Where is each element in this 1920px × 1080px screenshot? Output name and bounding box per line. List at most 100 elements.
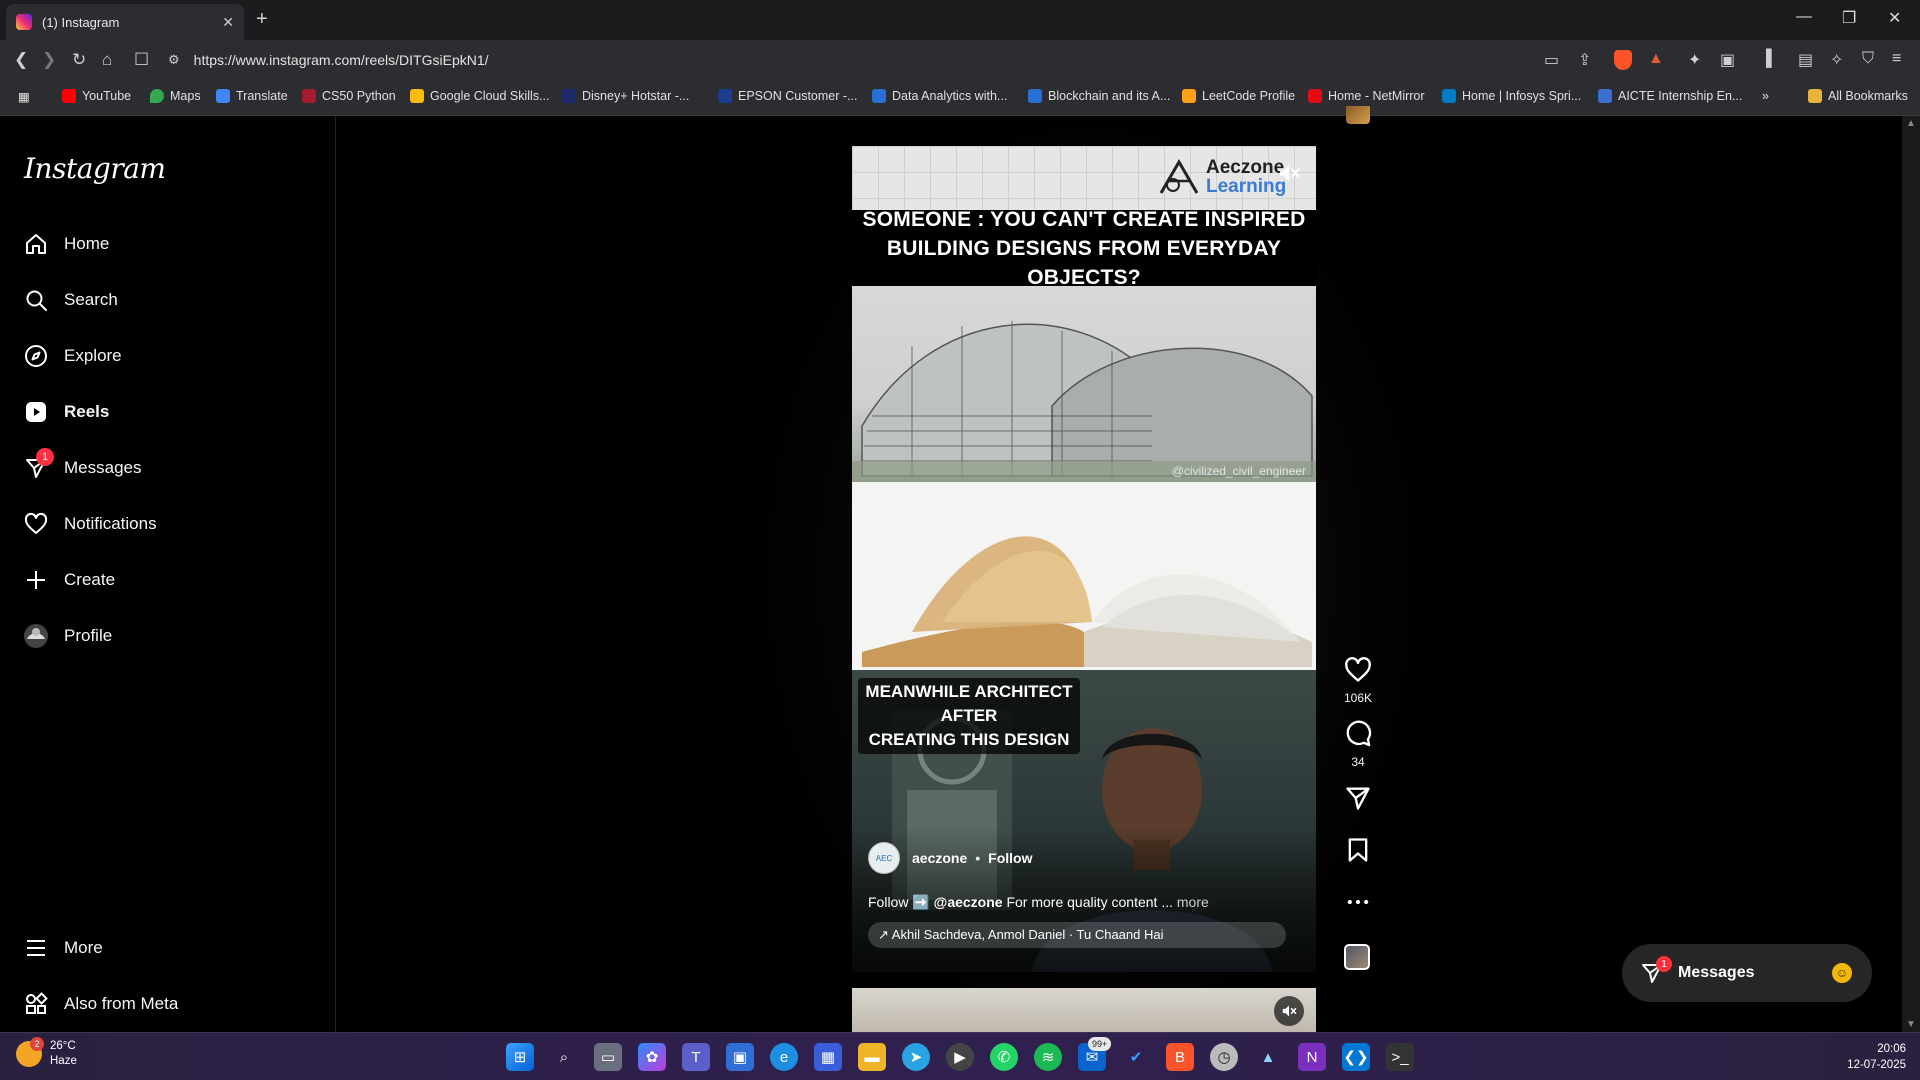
onenote-icon[interactable]: N [1298, 1043, 1326, 1071]
bookmark-hotstar[interactable]: Disney+ Hotstar -... [562, 89, 689, 103]
copilot-icon[interactable]: ✿ [638, 1043, 666, 1071]
bookmark-maps[interactable]: Maps [150, 89, 201, 103]
bookmark-infosys[interactable]: Home | Infosys Spri... [1442, 89, 1581, 103]
menu-icon[interactable]: ≡ [1892, 50, 1901, 68]
store-icon[interactable]: ▦ [814, 1043, 842, 1071]
bookmark-youtube[interactable]: YouTube [62, 89, 131, 103]
apps-grid-icon[interactable]: ▦ [18, 89, 30, 104]
bookmark-page-icon[interactable]: ☐ [134, 50, 149, 70]
sidebar-item-explore[interactable]: Explore [22, 336, 122, 376]
send-icon[interactable] [1344, 784, 1372, 812]
terminal-icon[interactable]: >_ [1386, 1043, 1414, 1071]
photos-icon[interactable]: ▣ [726, 1043, 754, 1071]
url-field[interactable]: ⚙ https://www.instagram.com/reels/DITGsi… [168, 46, 1528, 74]
bookmark-data-analytics[interactable]: Data Analytics with... [872, 89, 1007, 103]
bookmark-cs50[interactable]: CS50 Python [302, 89, 396, 103]
sidebar-item-reels[interactable]: Reels [22, 392, 109, 432]
back-icon[interactable]: ❮ [14, 50, 28, 70]
more-bookmarks-icon[interactable]: » [1762, 89, 1769, 103]
weather-widget[interactable]: 2 26°C Haze [16, 1037, 77, 1069]
follow-button[interactable]: Follow [988, 850, 1032, 866]
comment-icon[interactable] [1344, 720, 1372, 748]
save-action[interactable] [1340, 836, 1376, 869]
bookmark-icon[interactable] [1344, 836, 1372, 864]
sidebar-item-notifications[interactable]: Notifications [22, 504, 157, 544]
forward-icon[interactable]: ❯ [42, 50, 56, 70]
instagram-logo[interactable]: Instagram [24, 152, 166, 185]
muted-speaker-icon[interactable] [1276, 160, 1302, 186]
brave-rewards-icon[interactable]: ▲ [1648, 50, 1664, 68]
scroll-up-icon[interactable]: ▲ [1906, 118, 1916, 129]
bookmark-translate[interactable]: Translate [216, 89, 288, 103]
sidebar-item-also-from-meta[interactable]: Also from Meta [22, 984, 178, 1024]
brave-shields-icon[interactable] [1614, 50, 1632, 70]
sidebar-toggle-icon[interactable]: ▌ [1766, 50, 1777, 68]
share-icon[interactable]: ⇪ [1578, 50, 1591, 70]
media-player-icon[interactable]: ▶ [946, 1043, 974, 1071]
sidebar-item-more[interactable]: More [22, 928, 103, 968]
leo-ai-icon[interactable]: ✧ [1830, 50, 1843, 70]
more-link[interactable]: more [1177, 894, 1209, 910]
vpn-icon[interactable]: ⛉ [1862, 50, 1874, 68]
sidebar-item-search[interactable]: Search [22, 280, 118, 320]
all-bookmarks-folder[interactable]: All Bookmarks [1808, 89, 1908, 103]
more-options-action[interactable] [1340, 888, 1376, 921]
wallet-icon[interactable]: ▤ [1798, 50, 1813, 70]
todo-icon[interactable]: ✔ [1122, 1043, 1150, 1071]
clock-app-icon[interactable]: ◷ [1210, 1043, 1238, 1071]
share-action[interactable] [1340, 784, 1376, 817]
scroll-down-icon[interactable]: ▼ [1906, 1019, 1916, 1030]
teams-icon[interactable]: T [682, 1043, 710, 1071]
author-avatar[interactable]: AEC [868, 842, 900, 874]
search-icon [22, 286, 50, 314]
author-username[interactable]: aeczone [912, 850, 967, 866]
browser-tab-instagram[interactable]: (1) Instagram ✕ [6, 4, 244, 40]
bookmark-aicte[interactable]: AICTE Internship En... [1598, 89, 1742, 103]
next-reel-mute-button[interactable] [1274, 996, 1304, 1026]
site-info-icon[interactable]: ⚙ [168, 52, 180, 68]
comment-action[interactable]: 34 [1340, 720, 1376, 769]
sidebar-item-home[interactable]: Home [22, 224, 109, 264]
audio-thumbnail[interactable] [1344, 944, 1370, 970]
cast-icon[interactable]: ▭ [1544, 50, 1559, 70]
heart-icon[interactable] [1344, 656, 1372, 684]
new-tab-icon[interactable]: + [256, 8, 268, 31]
extensions-icon[interactable]: ✦ [1688, 50, 1701, 70]
brave-taskbar-icon[interactable]: B [1166, 1043, 1194, 1071]
search-icon[interactable]: ⌕ [550, 1043, 578, 1071]
start-icon[interactable]: ⊞ [506, 1043, 534, 1071]
bookmark-leetcode[interactable]: LeetCode Profile [1182, 89, 1295, 103]
page-scrollbar[interactable]: ▲ ▼ [1902, 116, 1920, 1032]
minimize-icon[interactable]: — [1796, 8, 1812, 26]
reel-video[interactable]: Aeczone Learning SOMEONE : YOU CAN'T CRE… [852, 146, 1316, 972]
audio-track-pill[interactable]: ↗ Akhil Sachdeva, Anmol Daniel · Tu Chaa… [868, 922, 1286, 948]
bookmark-blockchain[interactable]: Blockchain and its A... [1028, 89, 1170, 103]
edge-icon[interactable]: e [770, 1043, 798, 1071]
ellipsis-icon[interactable] [1344, 888, 1372, 916]
bookmark-epson[interactable]: EPSON Customer -... [718, 89, 857, 103]
previous-reel-thumbnail[interactable] [1346, 106, 1370, 124]
close-window-icon[interactable]: ✕ [1888, 8, 1901, 28]
telegram-icon[interactable]: ➤ [902, 1043, 930, 1071]
messages-floating-button[interactable]: 1 Messages ☺ [1622, 944, 1872, 1002]
restore-icon[interactable]: ❐ [1842, 8, 1856, 28]
next-reel-preview[interactable] [852, 988, 1316, 1032]
sidebar-item-profile[interactable]: Profile [22, 616, 112, 656]
bookmark-netmirror[interactable]: Home - NetMirror [1308, 89, 1425, 103]
sidebar-item-messages[interactable]: 1 Messages [22, 448, 141, 488]
spotify-icon[interactable]: ≋ [1034, 1043, 1062, 1071]
sidebar-item-create[interactable]: Create [22, 560, 115, 600]
vscode-icon[interactable]: ❮❯ [1342, 1043, 1370, 1071]
bookmark-google-cloud[interactable]: Google Cloud Skills... [410, 89, 550, 103]
close-tab-icon[interactable]: ✕ [222, 14, 234, 31]
reload-icon[interactable]: ↻ [72, 50, 86, 70]
arc-icon[interactable]: ▲ [1254, 1043, 1282, 1071]
system-clock[interactable]: 20:06 12-07-2025 [1847, 1041, 1906, 1073]
whatsapp-icon[interactable]: ✆ [990, 1043, 1018, 1071]
home-browser-icon[interactable]: ⌂ [102, 50, 112, 70]
like-action[interactable]: 106K [1340, 656, 1376, 705]
task-view-icon[interactable]: ▭ [594, 1043, 622, 1071]
file-explorer-icon[interactable]: ▬ [858, 1043, 886, 1071]
desc-handle[interactable]: @aeczone [934, 894, 1003, 910]
media-icon[interactable]: ▣ [1720, 50, 1735, 70]
